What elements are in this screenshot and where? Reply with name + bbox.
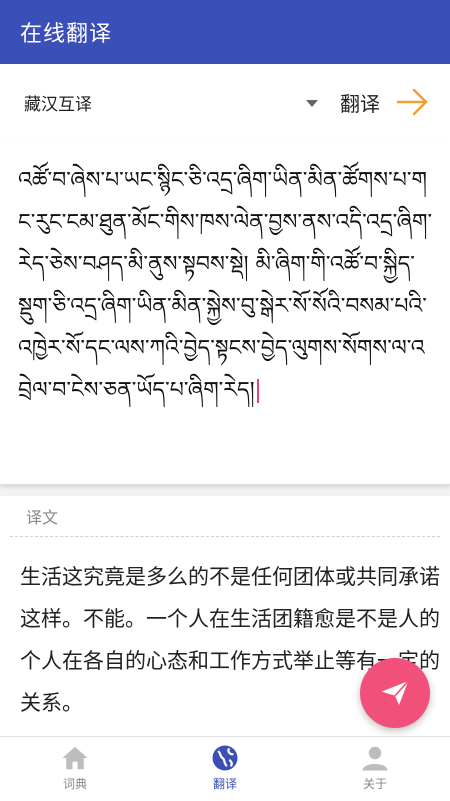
language-pair-select[interactable]: 藏汉互译 [24, 88, 324, 116]
app-bar: 在线翻译 [0, 0, 450, 64]
nav-item-translate[interactable]: 翻译 [150, 737, 300, 801]
language-bar: 藏汉互译 翻译 [0, 64, 450, 139]
dropdown-caret-icon [306, 100, 318, 107]
language-pair-label: 藏汉互译 [24, 95, 92, 115]
result-label: 译文 [26, 508, 59, 527]
nav-item-dictionary[interactable]: 词典 [0, 737, 150, 801]
person-icon [362, 746, 388, 771]
translate-button-label: 翻译 [340, 92, 380, 116]
nav-item-about[interactable]: 关于 [300, 737, 450, 801]
app-title: 在线翻译 [20, 22, 113, 47]
home-icon [62, 746, 88, 770]
source-text: འཚོ་བ་ཞེས་པ་ཡང་སྙིང་ཅི་འདྲ་ཞིག་ཡིན་མིན་ཚ… [18, 168, 433, 403]
globe-icon [212, 745, 238, 771]
divider [10, 536, 440, 537]
source-text-area[interactable]: འཚོ་བ་ཞེས་པ་ཡང་སྙིང་ཅི་འདྲ་ཞིག་ཡིན་མིན་ཚ… [0, 138, 450, 485]
bottom-navigation: 词典 翻译 关于 [0, 736, 450, 801]
nav-label-dictionary: 词典 [62, 777, 87, 791]
send-fab-button[interactable] [360, 658, 430, 728]
translate-button[interactable]: 翻译 [340, 82, 440, 122]
nav-label-about: 关于 [362, 777, 387, 791]
nav-label-translate: 翻译 [212, 777, 237, 791]
send-icon [381, 680, 409, 705]
arrow-right-icon [396, 88, 428, 116]
source-text-input[interactable]: འཚོ་བ་ཞེས་པ་ཡང་སྙིང་ཅི་འདྲ་ཞིག་ཡིན་མིན་ཚ… [18, 160, 436, 470]
text-cursor [256, 379, 259, 403]
